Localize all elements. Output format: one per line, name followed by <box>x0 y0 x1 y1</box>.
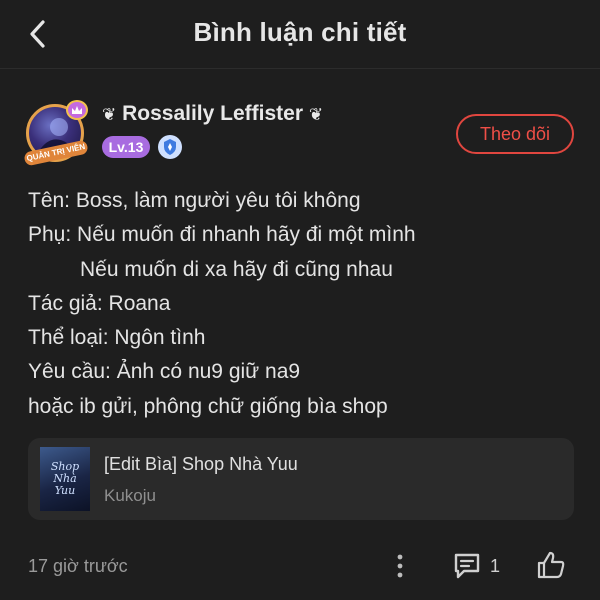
shield-icon <box>158 135 182 159</box>
username-text: Rossalily Leffister <box>122 102 303 125</box>
flower-icon: ❦ <box>308 105 324 124</box>
flower-icon: ❦ <box>102 105 117 124</box>
thumbs-up-icon <box>537 551 565 579</box>
post-line: Nếu muốn di xa hãy đi cũng nhau <box>80 257 393 281</box>
avatar[interactable]: QUẢN TRỊ VIÊN <box>23 100 90 167</box>
post-line: hoặc ib gửi, phông chữ giống bìa shop <box>28 394 388 418</box>
reply-count: 1 <box>490 556 501 576</box>
post-line: Thể loại: Ngôn tình <box>28 326 206 350</box>
linked-story-card[interactable]: Shop Nhà Yuu [Edit Bìa] Shop Nhà Yuu Kuk… <box>28 438 574 520</box>
top-bar: Bình luận chi tiết <box>0 0 600 69</box>
timestamp: 17 giờ trước <box>28 556 128 576</box>
reply-button[interactable]: 1 <box>450 548 510 584</box>
post-line: Phụ: Nếu muốn đi nhanh hãy đi một mình <box>28 223 416 247</box>
page-title: Bình luận chi tiết <box>193 17 407 47</box>
comment-body: Tên: Boss, làm người yêu tôi không Phụ: … <box>28 184 578 424</box>
post-line: Yêu cầu: Ảnh có nu9 giữ na9 <box>28 360 301 384</box>
level-badge: Lv.13 <box>102 136 150 158</box>
story-author: Kukoju <box>104 486 156 505</box>
more-vertical-icon <box>397 554 403 578</box>
follow-button[interactable]: Theo dõi <box>456 114 574 154</box>
story-cover: Shop Nhà Yuu <box>40 447 90 511</box>
crown-icon <box>66 100 88 120</box>
cover-title: Shop Nhà Yuu <box>50 460 80 497</box>
story-title: [Edit Bìa] Shop Nhà Yuu <box>104 454 298 474</box>
like-button[interactable] <box>533 545 569 585</box>
username[interactable]: ❦ Rossalily Leffister ❦ <box>102 102 323 126</box>
post-line: Tên: Boss, làm người yêu tôi không <box>28 189 361 212</box>
more-options-button[interactable] <box>386 548 414 584</box>
post-line: Tác giả: Roana <box>28 291 171 315</box>
comment-icon <box>454 553 480 579</box>
